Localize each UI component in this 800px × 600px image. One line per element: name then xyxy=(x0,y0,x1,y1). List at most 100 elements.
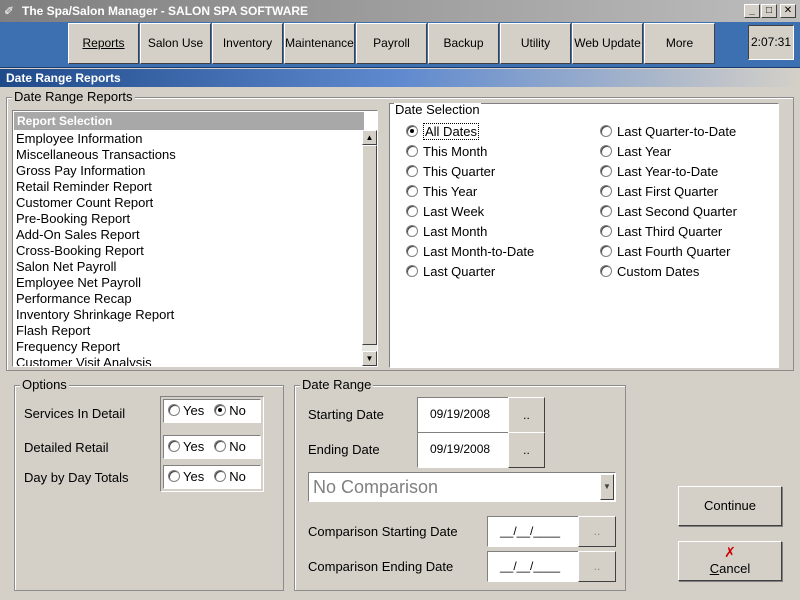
radio-last-quarter[interactable]: Last Quarter xyxy=(406,262,534,282)
scroll-down-icon[interactable]: ▼ xyxy=(362,351,377,366)
radio-icon xyxy=(600,265,612,277)
title-bar: ✐ The Spa/Salon Manager - SALON SPA SOFT… xyxy=(0,0,800,22)
report-items: Employee Information Miscellaneous Trans… xyxy=(15,131,363,366)
report-selection-list[interactable]: Report Selection Employee Information Mi… xyxy=(12,110,378,367)
radio-this-quarter[interactable]: This Quarter xyxy=(406,162,534,182)
radio-last-year[interactable]: Last Year xyxy=(600,142,737,162)
starting-date-field[interactable]: 09/19/2008 xyxy=(417,397,509,433)
radio-icon xyxy=(600,145,612,157)
continue-button[interactable]: Continue xyxy=(678,486,782,526)
radio-icon xyxy=(406,165,418,177)
comparison-ending-date-field[interactable]: __/__/____ xyxy=(487,551,579,582)
minimize-button[interactable]: _ xyxy=(744,4,760,18)
list-item[interactable]: Customer Count Report xyxy=(15,195,363,211)
menu-inventory[interactable]: Inventory xyxy=(212,23,283,64)
radio-icon xyxy=(168,440,180,452)
radio-icon xyxy=(214,470,227,482)
comparison-select-value: No Comparison xyxy=(313,477,439,497)
chevron-down-icon[interactable]: ▼ xyxy=(600,474,614,500)
radio-last-year-to-date[interactable]: Last Year-to-Date xyxy=(600,162,737,182)
radio-icon xyxy=(600,165,612,177)
comparison-ending-date-picker-button[interactable]: .. xyxy=(578,551,616,582)
radio-this-year[interactable]: This Year xyxy=(406,182,534,202)
list-item[interactable]: Frequency Report xyxy=(15,339,363,355)
ending-date-field[interactable]: 09/19/2008 xyxy=(417,432,509,468)
date-range-legend: Date Range xyxy=(300,377,374,392)
comparison-select[interactable]: No Comparison ▼ xyxy=(308,472,616,502)
radio-icon xyxy=(600,245,612,257)
radio-last-second-quarter[interactable]: Last Second Quarter xyxy=(600,202,737,222)
radio-icon xyxy=(406,245,418,257)
list-item[interactable]: Pre-Booking Report xyxy=(15,211,363,227)
comparison-starting-date-picker-button[interactable]: .. xyxy=(578,516,616,547)
services-yes-radio[interactable]: Yes xyxy=(168,403,204,418)
radio-last-quarter-to-date[interactable]: Last Quarter-to-Date xyxy=(600,122,737,142)
comparison-starting-date-field[interactable]: __/__/____ xyxy=(487,516,579,547)
radio-icon xyxy=(168,404,180,416)
radio-icon xyxy=(600,205,612,217)
radio-icon xyxy=(214,404,227,416)
day-yes-radio[interactable]: Yes xyxy=(168,469,204,484)
list-item[interactable]: Performance Recap xyxy=(15,291,363,307)
cancel-button[interactable]: ✗ Cancel xyxy=(678,541,782,581)
radio-last-fourth-quarter[interactable]: Last Fourth Quarter xyxy=(600,242,737,262)
clock-display: 2:07:31 xyxy=(748,25,794,60)
menu-salon-use[interactable]: Salon Use xyxy=(140,23,211,64)
scroll-up-icon[interactable]: ▲ xyxy=(362,130,377,145)
comparison-ending-date-label: Comparison Ending Date xyxy=(308,559,454,574)
menu-utility[interactable]: Utility xyxy=(500,23,571,64)
day-no-radio[interactable]: No xyxy=(214,469,246,484)
radio-this-month[interactable]: This Month xyxy=(406,142,534,162)
list-item[interactable]: Add-On Sales Report xyxy=(15,227,363,243)
menu-backup[interactable]: Backup xyxy=(428,23,499,64)
menu-maintenance[interactable]: Maintenance xyxy=(284,23,355,64)
list-item[interactable]: Inventory Shrinkage Report xyxy=(15,307,363,323)
list-item[interactable]: Retail Reminder Report xyxy=(15,179,363,195)
day-by-day-totals-label: Day by Day Totals xyxy=(24,470,129,485)
date-range-reports-legend: Date Range Reports xyxy=(12,89,135,104)
cancel-x-icon: ✗ xyxy=(724,545,736,561)
close-button[interactable]: ✕ xyxy=(780,4,796,18)
options-values: Yes No Yes No Yes No xyxy=(160,396,264,492)
starting-date-picker-button[interactable]: .. xyxy=(508,397,545,433)
report-selection-header: Report Selection xyxy=(14,112,364,130)
radio-last-first-quarter[interactable]: Last First Quarter xyxy=(600,182,737,202)
list-item[interactable]: Gross Pay Information xyxy=(15,163,363,179)
list-item[interactable]: Employee Information xyxy=(15,131,363,147)
retail-no-radio[interactable]: No xyxy=(214,439,246,454)
list-item[interactable]: Customer Visit Analysis xyxy=(15,355,363,366)
detailed-retail-toggle: Yes No xyxy=(163,435,261,459)
radio-icon xyxy=(406,125,418,137)
scroll-thumb[interactable] xyxy=(362,145,377,345)
radio-last-third-quarter[interactable]: Last Third Quarter xyxy=(600,222,737,242)
radio-last-week[interactable]: Last Week xyxy=(406,202,534,222)
radio-custom-dates[interactable]: Custom Dates xyxy=(600,262,737,282)
detailed-retail-label: Detailed Retail xyxy=(24,440,109,455)
retail-yes-radio[interactable]: Yes xyxy=(168,439,204,454)
comparison-starting-date-label: Comparison Starting Date xyxy=(308,524,458,539)
window-title: The Spa/Salon Manager - SALON SPA SOFTWA… xyxy=(22,4,309,18)
services-in-detail-toggle: Yes No xyxy=(163,399,261,423)
menu-reports[interactable]: Reports xyxy=(68,23,139,64)
list-item[interactable]: Cross-Booking Report xyxy=(15,243,363,259)
menu-payroll[interactable]: Payroll xyxy=(356,23,427,64)
date-selection-right-column: Last Quarter-to-Date Last Year Last Year… xyxy=(600,122,737,282)
list-item[interactable]: Flash Report xyxy=(15,323,363,339)
ending-date-picker-button[interactable]: .. xyxy=(508,432,545,468)
cancel-label: Cancel xyxy=(709,561,751,576)
radio-last-month-to-date[interactable]: Last Month-to-Date xyxy=(406,242,534,262)
list-item[interactable]: Miscellaneous Transactions xyxy=(15,147,363,163)
radio-icon xyxy=(600,125,612,137)
report-list-scrollbar[interactable]: ▲ ▼ xyxy=(362,130,377,366)
services-in-detail-label: Services In Detail xyxy=(24,406,126,421)
menu-more[interactable]: More xyxy=(644,23,715,64)
radio-last-month[interactable]: Last Month xyxy=(406,222,534,242)
list-item[interactable]: Employee Net Payroll xyxy=(15,275,363,291)
radio-icon xyxy=(168,470,180,482)
maximize-button[interactable]: □ xyxy=(761,4,777,18)
radio-all-dates[interactable]: All Dates xyxy=(406,122,534,142)
menu-web-update[interactable]: Web Update xyxy=(572,23,643,64)
list-item[interactable]: Salon Net Payroll xyxy=(15,259,363,275)
services-no-radio[interactable]: No xyxy=(214,403,246,418)
radio-icon xyxy=(600,185,612,197)
